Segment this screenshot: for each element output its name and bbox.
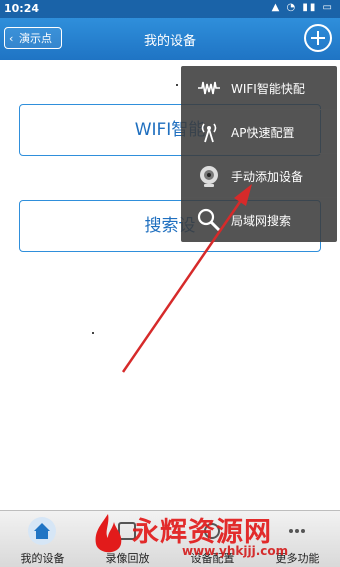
home-icon — [28, 517, 56, 545]
tab-label: 录像回放 — [105, 552, 150, 565]
dot-marker — [176, 84, 178, 86]
add-device-button[interactable] — [304, 24, 332, 52]
menu-item-lan-search[interactable]: 局域网搜索 — [181, 198, 337, 242]
page-title: 我的设备 — [143, 34, 196, 49]
menu-item-label: AP快速配置 — [231, 126, 295, 140]
wifi-wave-icon — [198, 81, 220, 95]
add-device-menu: WIFI智能快配 AP快速配置 手动添加设备 局域网搜索 — [181, 66, 337, 242]
tab-playback[interactable]: 录像回放 — [85, 511, 170, 567]
tab-device-config[interactable]: 设备配置 — [170, 511, 255, 567]
more-icon — [289, 529, 305, 533]
menu-item-manual-add[interactable]: 手动添加设备 — [181, 154, 337, 198]
menu-item-wifi-smart-config[interactable]: WIFI智能快配 — [181, 66, 337, 110]
antenna-icon — [201, 123, 217, 143]
dot-marker — [92, 332, 94, 334]
tab-my-devices[interactable]: 我的设备 — [0, 511, 85, 567]
magnifier-icon — [197, 208, 221, 232]
status-time: 10:24 — [4, 2, 40, 15]
menu-item-label: WIFI智能快配 — [231, 82, 305, 96]
bottom-tab-bar: 我的设备 录像回放 设备配置 更多功能 — [0, 510, 340, 567]
film-icon — [118, 522, 136, 540]
menu-item-label: 局域网搜索 — [231, 214, 292, 228]
menu-item-label: 手动添加设备 — [231, 170, 304, 184]
tab-more[interactable]: 更多功能 — [255, 511, 340, 567]
gear-icon — [204, 523, 220, 539]
menu-item-ap-config[interactable]: AP快速配置 — [181, 110, 337, 154]
tab-label: 我的设备 — [20, 552, 65, 565]
tab-label: 设备配置 — [190, 552, 235, 565]
tab-label: 更多功能 — [275, 552, 320, 565]
title-bar: ‹ 演示点 我的设备 — [0, 18, 340, 60]
status-bar: 10:24 ▲ ◔ ▮▮ ▭ — [0, 0, 340, 18]
camera-icon — [200, 166, 218, 187]
status-icons: ▲ ◔ ▮▮ ▭ — [271, 2, 334, 13]
